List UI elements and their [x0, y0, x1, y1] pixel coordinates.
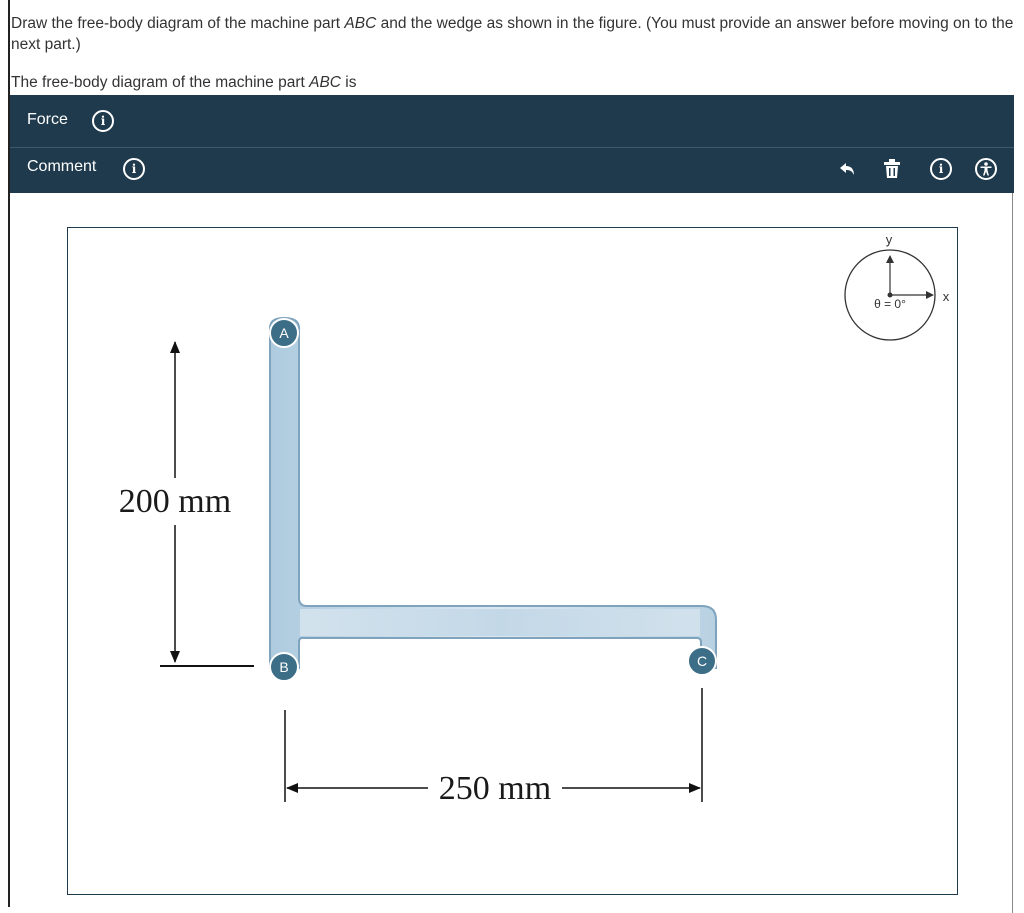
subprompt-text: The free-body diagram of the machine par… — [11, 72, 1016, 93]
help-info-icon[interactable]: i — [930, 158, 952, 180]
point-b-label: B — [279, 659, 288, 675]
point-c[interactable]: C — [687, 646, 717, 676]
comment-toolbar: Comment i i — [10, 148, 1014, 193]
trash-icon[interactable] — [882, 158, 902, 180]
x-axis-label: x — [943, 289, 950, 304]
subprompt-part-name: ABC — [309, 74, 341, 91]
point-b[interactable]: B — [269, 652, 299, 682]
accessibility-icon[interactable] — [974, 157, 998, 181]
machine-part-horizontal-shade — [300, 609, 700, 636]
undo-icon[interactable] — [836, 159, 858, 181]
angle-readout: θ = 0° — [874, 297, 906, 311]
diagram-canvas[interactable]: 200 mm 250 mm A B C y x θ = 0° — [67, 227, 958, 895]
question-part1: Draw the free-body diagram of the machin… — [11, 15, 345, 32]
question-text: Draw the free-body diagram of the machin… — [11, 13, 1016, 55]
y-axis-label: y — [886, 232, 893, 247]
orientation-widget[interactable]: y x θ = 0° — [844, 232, 950, 341]
question-part-name: ABC — [344, 15, 377, 32]
point-c-label: C — [697, 653, 707, 669]
machine-part-diagram: 200 mm 250 mm A B C y x θ = 0° — [119, 232, 950, 807]
subprompt-part1: The free-body diagram of the machine par… — [11, 74, 310, 91]
force-tool-button[interactable]: Force — [27, 111, 68, 129]
vertical-dimension-label: 200 mm — [119, 483, 231, 520]
comment-tool-button[interactable]: Comment — [27, 158, 96, 176]
point-a-label: A — [279, 325, 289, 341]
force-toolbar: Force i — [10, 95, 1014, 147]
force-info-icon[interactable]: i — [92, 110, 114, 132]
horizontal-dimension-label: 250 mm — [439, 770, 551, 807]
subprompt-part2: is — [340, 74, 357, 91]
point-a[interactable]: A — [269, 318, 299, 348]
comment-info-icon[interactable]: i — [123, 158, 145, 180]
